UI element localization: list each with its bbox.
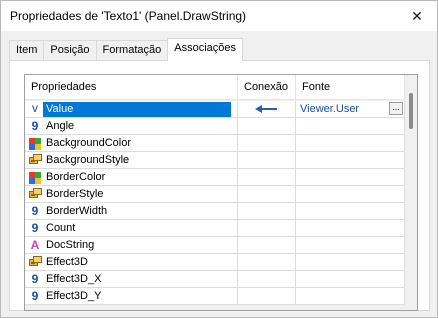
connection-cell[interactable] [238, 254, 296, 271]
property-cell[interactable]: 9 BorderWidth [25, 203, 238, 220]
header-properties[interactable]: Propriedades [25, 75, 238, 100]
connection-cell[interactable] [238, 271, 296, 288]
table-row[interactable]: 9 BorderWidth [25, 203, 405, 220]
property-name: BackgroundColor [46, 137, 131, 149]
property-name: DocString [46, 239, 95, 251]
table-row[interactable]: A DocString [25, 237, 405, 254]
property-cell[interactable]: BackgroundColor [25, 135, 238, 152]
table-row[interactable]: BackgroundStyle [25, 152, 405, 169]
property-name: BorderColor [46, 171, 106, 183]
numeric-icon: 9 [31, 204, 39, 218]
close-icon: ✕ [411, 7, 423, 24]
tab-posicao[interactable]: Posição [43, 40, 97, 61]
close-button[interactable]: ✕ [397, 1, 437, 31]
property-cell[interactable]: BackgroundStyle [25, 152, 238, 169]
property-cell[interactable]: v Value [25, 101, 238, 118]
property-cell[interactable]: 9 Effect3D_Y [25, 288, 238, 305]
table-row[interactable]: BorderStyle [25, 186, 405, 203]
source-value: Viewer.User [300, 103, 360, 115]
source-cell[interactable] [296, 288, 405, 305]
connection-cell[interactable] [238, 118, 296, 135]
title-bar: Propriedades de 'Texto1' (Panel.DrawStri… [1, 1, 437, 31]
table-row[interactable]: 9 Effect3D_Y [25, 288, 405, 305]
numeric-icon: 9 [31, 272, 39, 286]
property-name: BorderWidth [46, 205, 108, 217]
property-cell[interactable]: 9 Effect3D_X [25, 271, 238, 288]
table-row[interactable]: BorderColor [25, 169, 405, 186]
numeric-icon: 9 [31, 289, 39, 303]
source-cell[interactable] [296, 169, 405, 186]
source-cell[interactable] [296, 237, 405, 254]
tab-panel: Propriedades Conexão Fonte v Value Viewer.… [9, 60, 430, 311]
source-cell[interactable] [296, 118, 405, 135]
connection-cell[interactable] [238, 288, 296, 305]
tab-item[interactable]: Item [9, 40, 45, 61]
numeric-icon: 9 [31, 119, 39, 133]
table-row[interactable]: 9 Count [25, 220, 405, 237]
connection-cell[interactable] [238, 186, 296, 203]
property-name: BorderStyle [46, 188, 104, 200]
connection-cell[interactable] [238, 169, 296, 186]
table-row[interactable]: v Value Viewer.User... [25, 101, 405, 118]
property-cell[interactable]: 9 Angle [25, 118, 238, 135]
vertical-scrollbar[interactable] [405, 75, 417, 310]
browse-button[interactable]: ... [389, 102, 403, 115]
style-icon [29, 256, 42, 268]
table-row[interactable]: BackgroundColor [25, 135, 405, 152]
color-icon [29, 138, 41, 150]
property-name: Angle [46, 120, 75, 132]
source-cell[interactable]: Viewer.User... [296, 101, 405, 118]
tab-associacoes[interactable]: Associações [167, 38, 244, 61]
source-cell[interactable] [296, 203, 405, 220]
grid-body: Propriedades Conexão Fonte v Value Viewer.… [25, 75, 405, 310]
property-cell[interactable]: BorderColor [25, 169, 238, 186]
property-cell[interactable]: A DocString [25, 237, 238, 254]
arrow-left-icon [255, 105, 277, 113]
source-cell[interactable] [296, 186, 405, 203]
numeric-icon: 9 [31, 221, 39, 235]
color-icon [29, 172, 41, 184]
header-connection[interactable]: Conexão [238, 75, 296, 100]
header-source[interactable]: Fonte [296, 75, 405, 100]
connection-cell[interactable] [238, 237, 296, 254]
property-name: Count [46, 222, 76, 234]
string-icon: A [30, 238, 40, 252]
table-row[interactable]: 9 Effect3D_X [25, 271, 405, 288]
variant-icon: v [32, 101, 38, 115]
source-cell[interactable] [296, 271, 405, 288]
tab-strip: Item Posição Formatação Associações [9, 38, 244, 61]
property-name: Effect3D_X [46, 273, 102, 285]
window-title: Propriedades de 'Texto1' (Panel.DrawStri… [10, 9, 247, 23]
bindings-grid: Propriedades Conexão Fonte v Value Viewer.… [24, 74, 418, 311]
table-row[interactable]: Effect3D [25, 254, 405, 271]
connection-cell[interactable] [238, 152, 296, 169]
property-name: Effect3D_Y [46, 290, 102, 302]
scrollbar-thumb[interactable] [409, 93, 413, 129]
connection-cell[interactable] [238, 203, 296, 220]
property-cell[interactable]: Effect3D [25, 254, 238, 271]
property-cell[interactable]: BorderStyle [25, 186, 238, 203]
source-cell[interactable] [296, 220, 405, 237]
style-icon [29, 154, 42, 166]
source-cell[interactable] [296, 254, 405, 271]
property-cell[interactable]: 9 Count [25, 220, 238, 237]
tab-formatacao[interactable]: Formatação [95, 40, 169, 61]
property-name: Effect3D [46, 256, 88, 268]
property-name: BackgroundStyle [46, 154, 130, 166]
connection-cell[interactable] [238, 135, 296, 152]
connection-cell[interactable] [238, 101, 296, 118]
source-cell[interactable] [296, 152, 405, 169]
source-cell[interactable] [296, 135, 405, 152]
style-icon [29, 188, 42, 200]
property-name: Value [43, 102, 231, 117]
connection-cell[interactable] [238, 220, 296, 237]
properties-dialog: Propriedades de 'Texto1' (Panel.DrawStri… [0, 0, 438, 318]
table-row[interactable]: 9 Angle [25, 118, 405, 135]
